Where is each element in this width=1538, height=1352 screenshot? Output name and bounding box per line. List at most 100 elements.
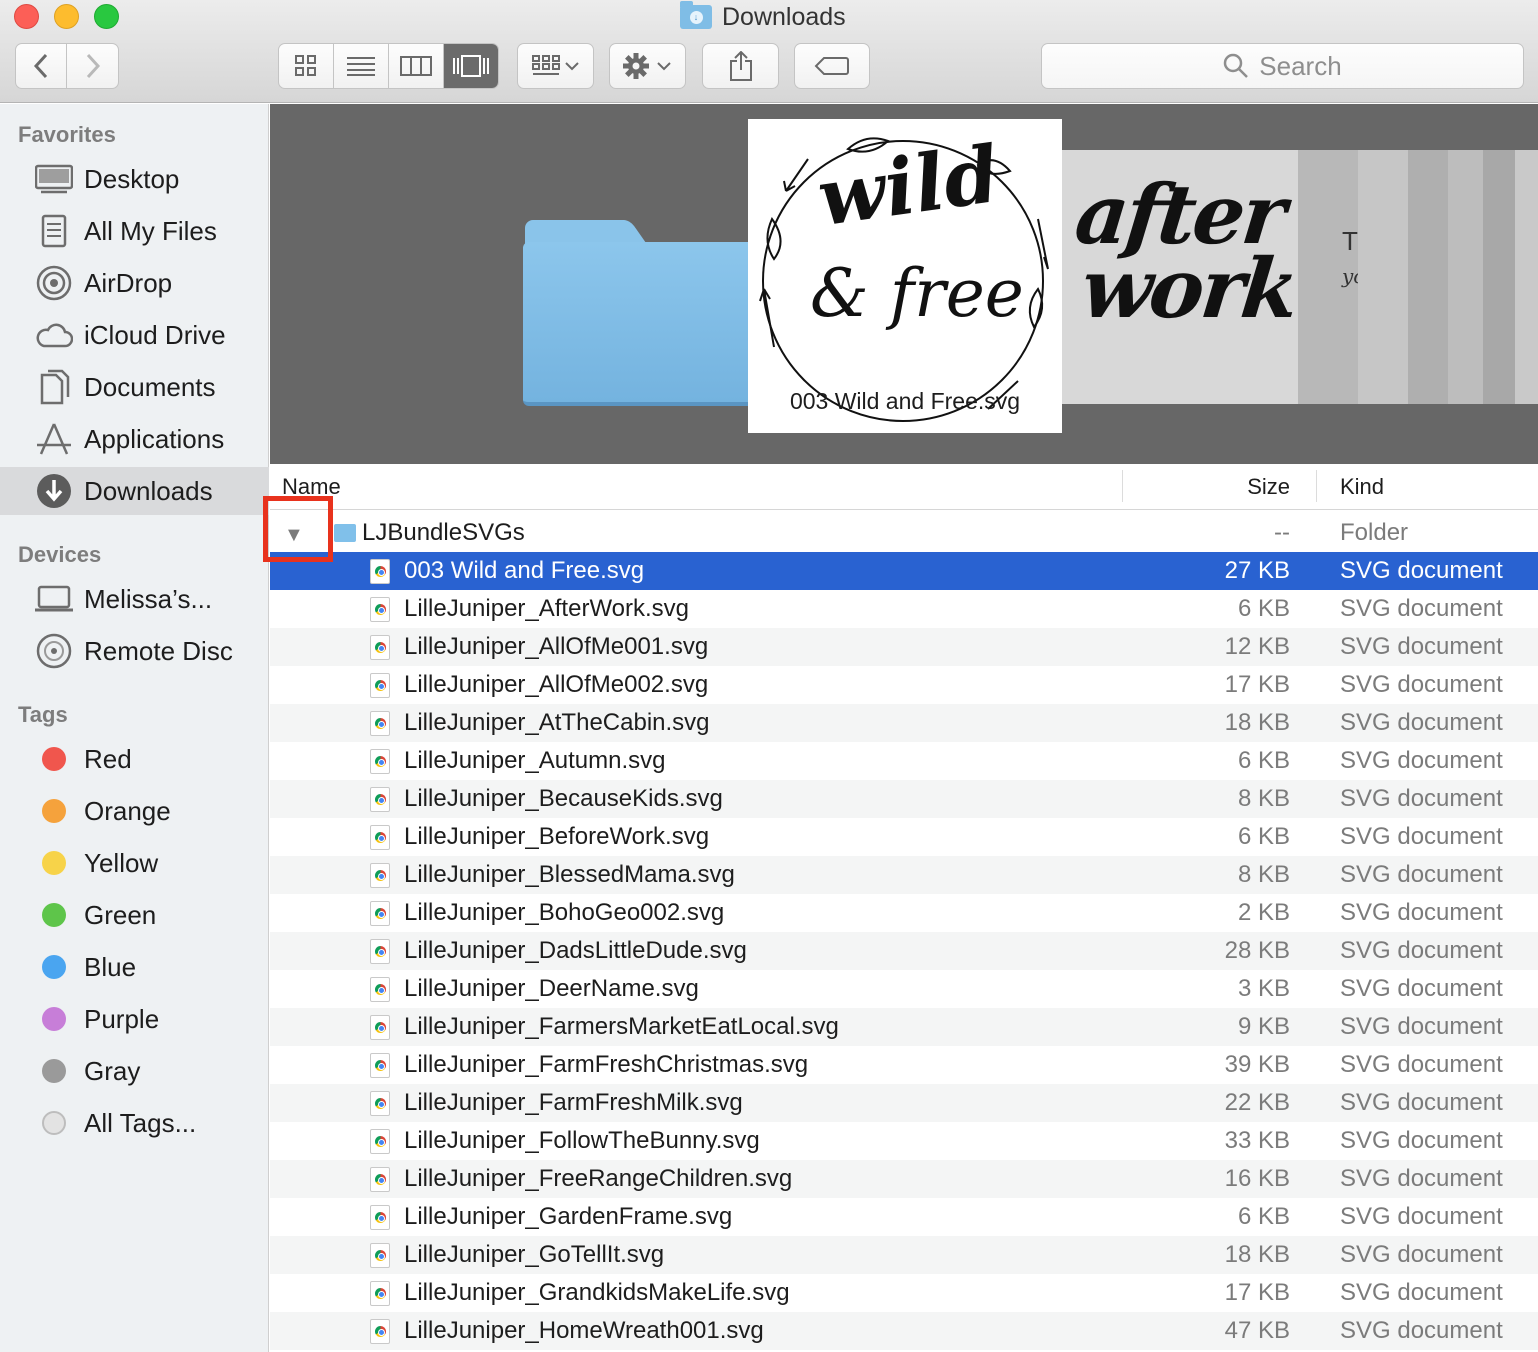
column-divider[interactable]	[1316, 470, 1317, 502]
view-mode-control	[278, 43, 499, 89]
zoom-window-button[interactable]	[94, 4, 119, 29]
folder-preview[interactable]	[523, 220, 763, 406]
file-row[interactable]: LilleJuniper_AllOfMe001.svg 12 KB SVG docu…	[270, 628, 1538, 666]
cover-strip[interactable]: n, TY you.	[1298, 150, 1424, 404]
file-name: LilleJuniper_DeerName.svg	[404, 975, 699, 1002]
sidebar-item-label: Purple	[84, 1003, 160, 1034]
file-row[interactable]: LilleJuniper_GardenFrame.svg 6 KB SVG docu…	[270, 1198, 1538, 1236]
list-icon	[347, 57, 375, 76]
file-kind: SVG document	[1340, 823, 1503, 850]
action-button[interactable]	[609, 43, 686, 89]
file-name: LilleJuniper_AllOfMe001.svg	[404, 633, 709, 660]
file-row[interactable]: LilleJuniper_GrandkidsMakeLife.svg 17 KB S…	[270, 1274, 1538, 1312]
folder-row[interactable]: ▼ LJBundleSVGs -- Folder	[270, 514, 1538, 552]
cover-strip[interactable]	[1515, 150, 1538, 404]
tags-button[interactable]	[794, 43, 870, 89]
file-name: LilleJuniper_GardenFrame.svg	[404, 1203, 733, 1230]
column-divider[interactable]	[1122, 470, 1123, 502]
back-button[interactable]	[16, 44, 68, 88]
file-row[interactable]: LilleJuniper_BeforeWork.svg 6 KB SVG docum…	[270, 818, 1538, 856]
sidebar-item-tag[interactable]: Green	[0, 891, 269, 939]
file-kind: SVG document	[1340, 1089, 1503, 1116]
cover-strip[interactable]	[1448, 150, 1483, 404]
file-row[interactable]: LilleJuniper_FreeRangeChildren.svg 16 KB S…	[270, 1160, 1538, 1198]
tag-dot-icon	[34, 791, 74, 831]
sidebar-item-label: Yellow	[84, 847, 159, 878]
file-row[interactable]: LilleJuniper_DadsLittleDude.svg 28 KB SVG …	[270, 932, 1538, 970]
sidebar-item-applications[interactable]: Applications	[0, 415, 269, 463]
file-row[interactable]: LilleJuniper_DeerName.svg 3 KB SVG documen…	[270, 970, 1538, 1008]
laptop-icon	[34, 579, 74, 619]
cover-strip[interactable]	[1358, 150, 1408, 404]
file-row[interactable]: 003 Wild and Free.svg 27 KB SVG document	[270, 552, 1538, 590]
svg-file-icon	[370, 559, 390, 584]
sidebar-item-all-my-files[interactable]: All My Files	[0, 207, 269, 255]
search-field[interactable]: Search	[1041, 43, 1524, 89]
downloads-icon	[34, 471, 74, 511]
file-kind: SVG document	[1340, 1317, 1503, 1344]
sidebar-item-label: iCloud Drive	[84, 319, 226, 350]
sidebar-item-tag[interactable]: Purple	[0, 995, 269, 1043]
file-size: 27 KB	[1224, 557, 1290, 584]
file-row[interactable]: LilleJuniper_BohoGeo002.svg 2 KB SVG docum…	[270, 894, 1538, 932]
cover-strip[interactable]	[1483, 150, 1515, 404]
sidebar-item-label: Red	[84, 743, 132, 774]
column-view-button[interactable]	[389, 44, 444, 88]
list-view-button[interactable]	[334, 44, 389, 88]
file-name: LilleJuniper_GoTellIt.svg	[404, 1241, 665, 1268]
sidebar-item-tag[interactable]: Red	[0, 735, 269, 783]
forward-button[interactable]	[67, 44, 118, 88]
sidebar-item-desktop[interactable]: Desktop	[0, 155, 269, 203]
sidebar-item-airdrop[interactable]: AirDrop	[0, 259, 269, 307]
column-header-kind[interactable]: Kind	[1340, 474, 1384, 500]
sidebar-item-remote-disc[interactable]: Remote Disc	[0, 627, 269, 675]
cover-art-text: wild	[812, 128, 1005, 245]
icon-view-button[interactable]	[279, 44, 334, 88]
share-button[interactable]	[702, 43, 779, 89]
cover-caption: 003 Wild and Free.svg	[789, 388, 1021, 414]
file-row[interactable]: LilleJuniper_HomeWreath001.svg 47 KB SVG d…	[270, 1312, 1538, 1350]
cover-flow-view-button[interactable]	[444, 44, 498, 88]
file-kind: SVG document	[1340, 785, 1503, 812]
file-row[interactable]: LilleJuniper_AllOfMe002.svg 17 KB SVG docu…	[270, 666, 1538, 704]
airdrop-icon	[34, 263, 74, 303]
search-placeholder: Search	[1259, 50, 1342, 81]
sidebar-item-tag[interactable]: Orange	[0, 787, 269, 835]
sidebar-item-documents[interactable]: Documents	[0, 363, 269, 411]
sidebar-item-label: AirDrop	[84, 267, 173, 298]
sidebar-item-tag[interactable]: Blue	[0, 943, 269, 991]
cover-strip[interactable]	[1408, 150, 1448, 404]
file-row[interactable]: LilleJuniper_BecauseKids.svg 8 KB SVG docu…	[270, 780, 1538, 818]
file-name: LilleJuniper_GrandkidsMakeLife.svg	[404, 1279, 790, 1306]
sidebar-item-downloads[interactable]: Downloads	[0, 467, 269, 515]
sidebar-item-tag[interactable]: Yellow	[0, 839, 269, 887]
nav-buttons	[15, 43, 119, 89]
file-row[interactable]: LilleJuniper_BlessedMama.svg 8 KB SVG docu…	[270, 856, 1538, 894]
window-title: ↓ Downloads	[680, 1, 846, 32]
cover-wild-and-free[interactable]: wild & free 003 Wild and Free.svg	[748, 119, 1062, 433]
svg-file-icon	[370, 863, 390, 888]
file-kind: SVG document	[1340, 1241, 1503, 1268]
file-row[interactable]: LilleJuniper_FarmFreshMilk.svg 22 KB SVG d…	[270, 1084, 1538, 1122]
file-row[interactable]: LilleJuniper_FarmersMarketEatLocal.svg 9 …	[270, 1008, 1538, 1046]
file-size: 33 KB	[1224, 1127, 1290, 1154]
file-kind: SVG document	[1340, 709, 1503, 736]
sidebar-item-tag[interactable]: Gray	[0, 1047, 269, 1095]
file-row[interactable]: LilleJuniper_Autumn.svg 6 KB SVG document	[270, 742, 1538, 780]
file-size: 22 KB	[1224, 1089, 1290, 1116]
sidebar-item-tag[interactable]: All Tags...	[0, 1099, 269, 1147]
file-row[interactable]: LilleJuniper_FarmFreshChristmas.svg 39 KB…	[270, 1046, 1538, 1084]
sidebar-item-icloud-drive[interactable]: iCloud Drive	[0, 311, 269, 359]
file-row[interactable]: LilleJuniper_GoTellIt.svg 18 KB SVG docume…	[270, 1236, 1538, 1274]
minimize-window-button[interactable]	[54, 4, 79, 29]
file-size: 16 KB	[1224, 1165, 1290, 1192]
close-window-button[interactable]	[14, 4, 39, 29]
file-name: LilleJuniper_DadsLittleDude.svg	[404, 937, 747, 964]
sidebar-item-label: Green	[84, 899, 157, 930]
file-row[interactable]: LilleJuniper_FollowTheBunny.svg 33 KB SVG …	[270, 1122, 1538, 1160]
arrange-button[interactable]	[517, 43, 594, 89]
file-row[interactable]: LilleJuniper_AfterWork.svg 6 KB SVG docume…	[270, 590, 1538, 628]
column-header-size[interactable]: Size	[1247, 474, 1290, 500]
file-row[interactable]: LilleJuniper_AtTheCabin.svg 18 KB SVG docu…	[270, 704, 1538, 742]
sidebar-item-macbook[interactable]: Melissa’s...	[0, 575, 269, 623]
